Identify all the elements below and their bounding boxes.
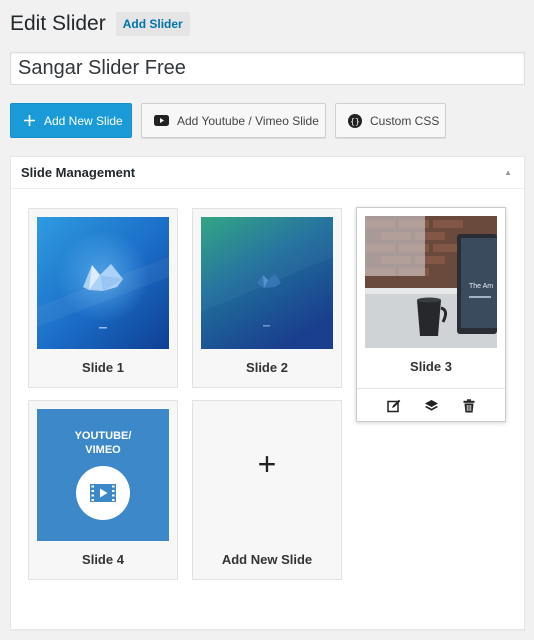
code-icon: {} — [348, 113, 362, 128]
trash-icon[interactable] — [463, 398, 475, 413]
add-youtube-vimeo-button[interactable]: Add Youtube / Vimeo Slide — [141, 103, 326, 138]
slide-4-thumb-text-1: YOUTUBE/ — [74, 430, 132, 442]
layers-icon[interactable] — [424, 399, 439, 413]
panel-title: Slide Management — [21, 165, 136, 180]
panel-header[interactable]: Slide Management ▲ — [11, 157, 524, 189]
slide-1-label: Slide 1 — [82, 360, 124, 375]
custom-css-label: Custom CSS — [370, 113, 440, 128]
slide-card-4[interactable]: YOUTUBE/ VIMEO Slide 4 — [28, 400, 178, 580]
slide-card-3[interactable]: The Am Slide 3 — [356, 207, 506, 422]
slide-4-label: Slide 4 — [82, 552, 124, 567]
slide-2-label: Slide 2 — [246, 360, 288, 375]
add-new-slide-button[interactable]: Add New Slide — [10, 103, 132, 138]
collapse-toggle-icon[interactable]: ▲ — [504, 168, 514, 177]
plus-icon: + — [257, 446, 277, 482]
video-icon — [76, 466, 130, 520]
slide-card-1[interactable]: Slide 1 — [28, 208, 178, 388]
edit-icon[interactable] — [387, 399, 401, 413]
slide-card-2[interactable]: Slide 2 — [192, 208, 342, 388]
svg-text:{}: {} — [350, 117, 360, 126]
svg-text:The Am: The Am — [469, 283, 493, 290]
slide-2-thumbnail — [201, 217, 333, 349]
page-header: Edit Slider Add Slider — [10, 10, 190, 38]
add-youtube-vimeo-label: Add Youtube / Vimeo Slide — [177, 113, 319, 128]
add-new-slide-label: Add New Slide — [44, 113, 123, 128]
slide-3-label: Slide 3 — [410, 359, 452, 374]
youtube-icon — [154, 115, 169, 126]
slider-title-input[interactable] — [10, 52, 525, 85]
slide-4-thumbnail: YOUTUBE/ VIMEO — [37, 409, 169, 541]
add-new-slide-card[interactable]: + Add New Slide — [192, 400, 342, 580]
plus-icon — [23, 114, 36, 127]
slide-3-actions — [357, 388, 505, 422]
slide-4-thumb-text-2: VIMEO — [85, 444, 121, 456]
slide-1-thumbnail — [37, 217, 169, 349]
slide-management-panel: Slide Management ▲ Slide 1 Slide 2 The A… — [10, 156, 525, 630]
slide-3-thumbnail: The Am — [365, 216, 497, 348]
custom-css-button[interactable]: {} Custom CSS — [335, 103, 446, 138]
add-new-slide-card-label: Add New Slide — [221, 552, 313, 567]
page-title: Edit Slider — [10, 12, 106, 35]
add-slider-button[interactable]: Add Slider — [115, 12, 190, 36]
toolbar: Add New Slide Add Youtube / Vimeo Slide … — [10, 103, 446, 138]
